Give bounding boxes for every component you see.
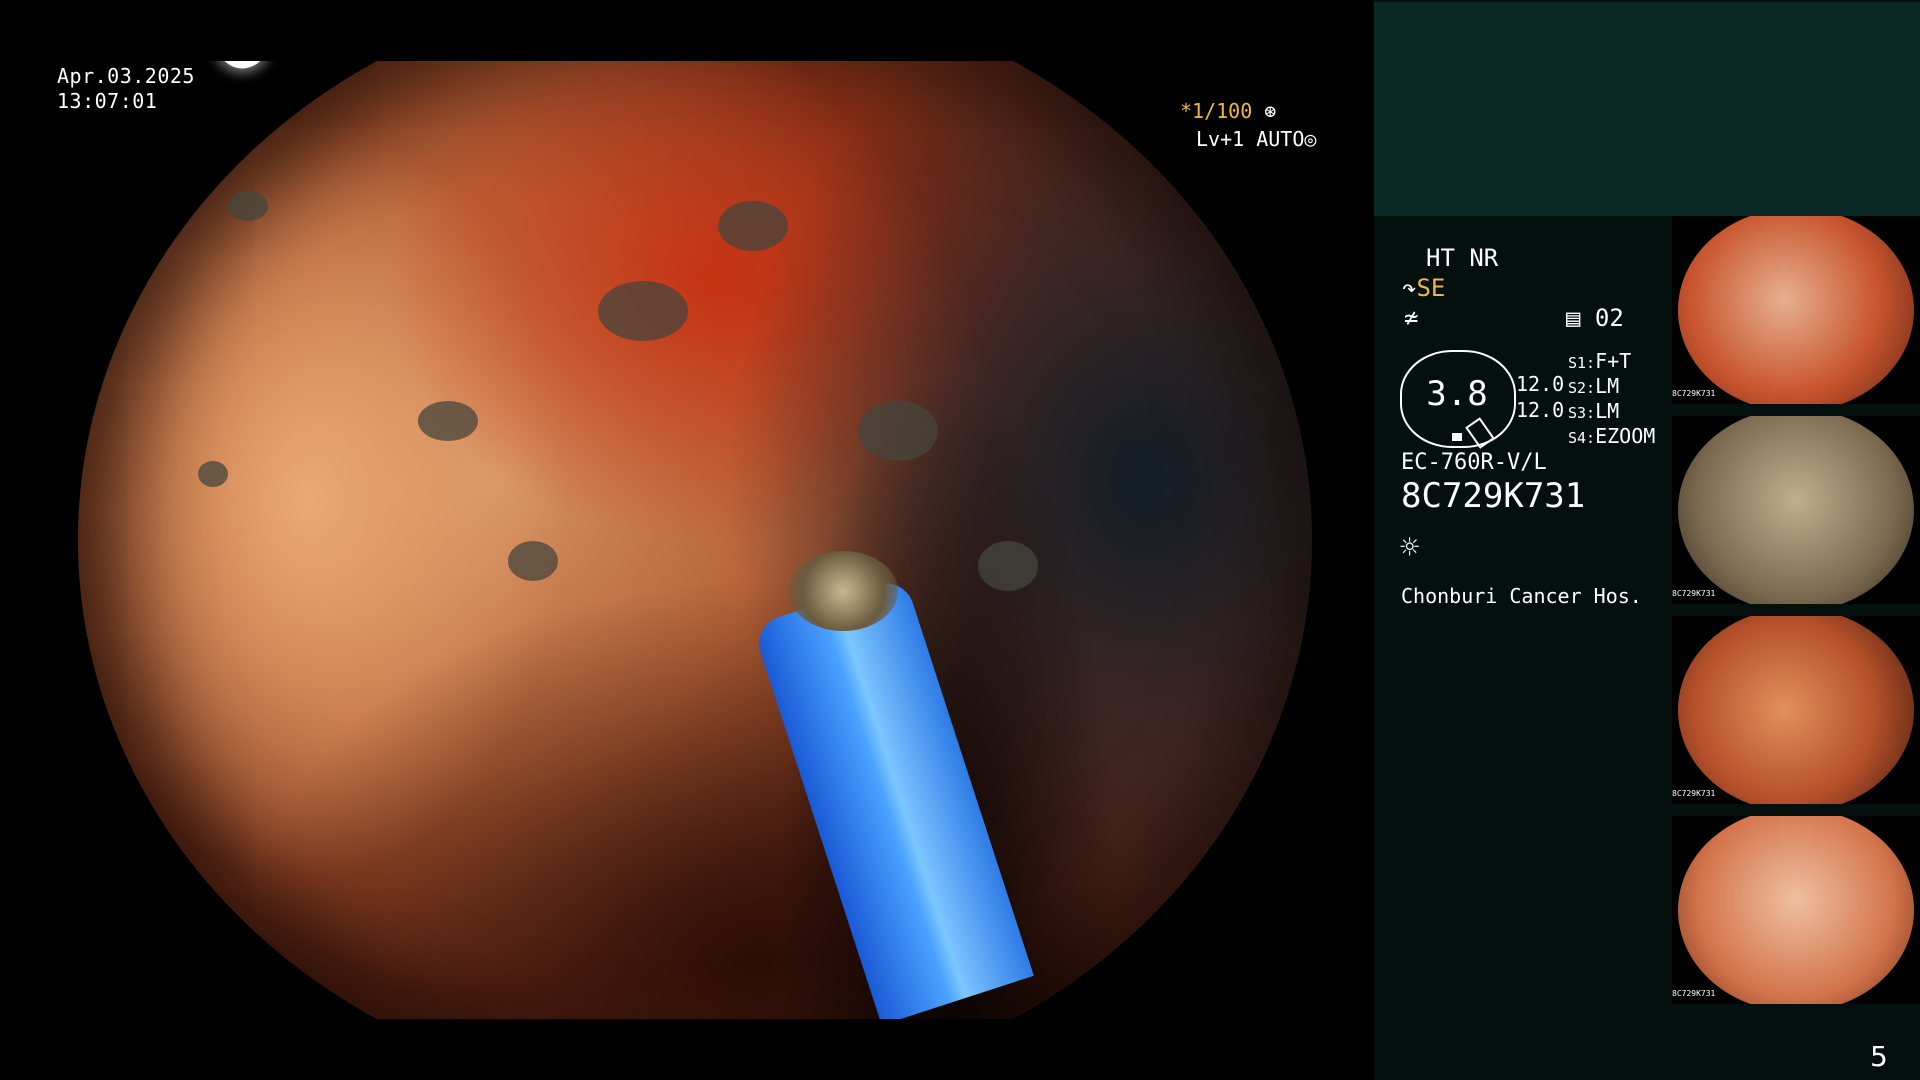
- thumbnail-image: [1678, 816, 1914, 1004]
- instrument-tip: [788, 551, 898, 631]
- mucosa-spot: [228, 191, 268, 221]
- exposure-mode: AUTO: [1256, 127, 1305, 151]
- memory-icon: ▤: [1566, 304, 1581, 332]
- noise-reduction-mode: HT NR: [1426, 244, 1499, 272]
- exposure-level: Lv+1: [1196, 127, 1245, 151]
- aux-value-1: 12.0: [1516, 372, 1565, 396]
- page-number: 5: [1870, 1040, 1888, 1073]
- iris-icon: ◎: [1304, 127, 1317, 151]
- shutter-value: *1/100: [1180, 99, 1253, 123]
- thumbnail-2[interactable]: 8C729K731: [1672, 416, 1920, 604]
- mucosa-spot: [198, 461, 228, 487]
- thumbnail-image: [1678, 216, 1914, 404]
- scope-model: EC-760R-V/L: [1401, 450, 1547, 475]
- thumbnail-1[interactable]: 8C729K731: [1672, 216, 1920, 404]
- scope-serial: 8C729K731: [1401, 476, 1586, 516]
- exposure-readout: Lv+1 AUTO◎: [1196, 127, 1316, 151]
- info-panel-header-block: [1374, 2, 1920, 216]
- mucosa-spot: [598, 281, 688, 341]
- hospital-name: Chonburi Cancer Hos.: [1401, 584, 1642, 608]
- switch-1: S1:F+T: [1568, 349, 1632, 373]
- thumbnail-image: [1678, 616, 1914, 804]
- time-text: 13:07:01: [57, 89, 158, 113]
- thumbnail-serial: 8C729K731: [1672, 389, 1716, 398]
- thumbnail-3[interactable]: 8C729K731: [1672, 616, 1920, 804]
- gamma-icon: ↷: [1402, 274, 1417, 302]
- switch-4: S4:EZOOM: [1568, 424, 1656, 448]
- shutter-icon: ⊛: [1264, 99, 1277, 123]
- mucosa-spot: [508, 541, 558, 581]
- thumbnail-serial: 8C729K731: [1672, 989, 1716, 998]
- thumbnail-serial: 8C729K731: [1672, 789, 1716, 798]
- mucosa-spot: [858, 401, 938, 461]
- sun-icon: ☼: [1400, 528, 1420, 566]
- mucosa-spot: [718, 201, 788, 251]
- f-icon: ≄: [1404, 304, 1419, 332]
- mucosa-spot: [418, 401, 478, 441]
- gauge-marker: [1452, 433, 1462, 441]
- light-reflection: [210, 61, 272, 77]
- thumbnail-serial: 8C729K731: [1672, 589, 1716, 598]
- gauge-value: 3.8: [1426, 374, 1488, 414]
- memory-readout: ▤ 02: [1566, 304, 1624, 332]
- thumbnail-image: [1678, 416, 1914, 604]
- enhance-value: SE: [1416, 274, 1446, 302]
- mucosa-spot: [978, 541, 1038, 591]
- endoscope-view: [78, 61, 1312, 1019]
- injection-needle-instrument: [751, 576, 1034, 1019]
- thumbnail-4[interactable]: 8C729K731: [1672, 816, 1920, 1004]
- switch-3: S3:LM: [1568, 399, 1620, 423]
- shutter-speed-readout: *1/100 ⊛: [1180, 99, 1276, 123]
- datetime-overlay: Apr.03.2025 13:07:01: [57, 64, 195, 114]
- memory-value: 02: [1594, 304, 1624, 332]
- date-text: Apr.03.2025: [57, 64, 195, 88]
- aux-value-2: 12.0: [1516, 398, 1565, 422]
- enhance-row: ↷SE: [1402, 274, 1445, 302]
- switch-2: S2:LM: [1568, 374, 1620, 398]
- endoscope-image: [78, 61, 1312, 1019]
